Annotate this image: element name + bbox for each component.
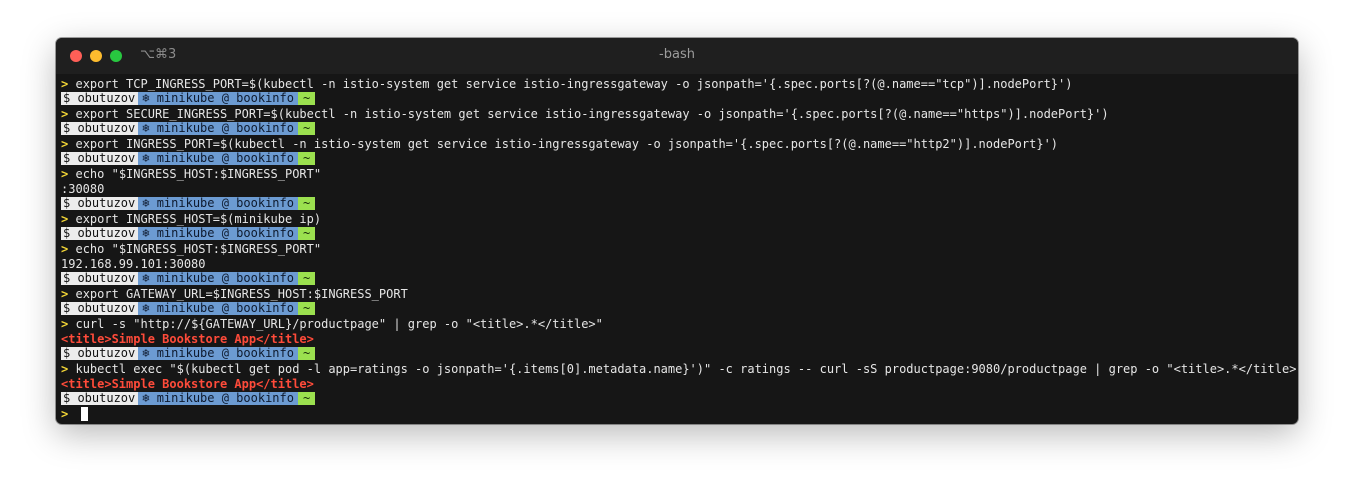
prompt-user-segment: $ obutuzov (61, 92, 139, 105)
command-text: echo "$INGRESS_HOST:$INGRESS_PORT" (75, 242, 322, 256)
prompt-context-segment: ❄ minikube @ bookinfo (138, 152, 298, 165)
prompt-user-segment: $ obutuzov (61, 272, 139, 285)
prompt-context-segment: ❄ minikube @ bookinfo (138, 197, 298, 210)
command-text: export SECURE_INGRESS_PORT=$(kubectl -n … (75, 107, 1109, 121)
prompt-dir-segment: ~ (297, 302, 316, 315)
prompt-arrow: > (61, 212, 69, 226)
prompt-context-segment: ❄ minikube @ bookinfo (138, 347, 298, 360)
prompt-status-line: $ obutuzov ❄ minikube @ bookinfo ~ (61, 347, 1298, 362)
command-line: > curl -s "http://${GATEWAY_URL}/product… (61, 317, 1298, 332)
terminal-window[interactable]: ⌥⌘3 -bash > export TCP_INGRESS_PORT=$(ku… (56, 38, 1298, 424)
prompt-dir-segment: ~ (297, 122, 316, 135)
command-line: > echo "$INGRESS_HOST:$INGRESS_PORT" (61, 167, 1298, 182)
output-line: :30080 (61, 182, 1298, 197)
prompt-arrow: > (61, 317, 69, 331)
prompt-status-line: $ obutuzov ❄ minikube @ bookinfo ~ (61, 302, 1298, 317)
prompt-user-segment: $ obutuzov (61, 122, 139, 135)
prompt-context-segment: ❄ minikube @ bookinfo (138, 92, 298, 105)
input-line: > (61, 407, 1298, 422)
output-text: 192.168.99.101:30080 (61, 257, 206, 271)
prompt-context-segment: ❄ minikube @ bookinfo (138, 227, 298, 240)
prompt-status-line: $ obutuzov ❄ minikube @ bookinfo ~ (61, 272, 1298, 287)
command-text: curl -s "http://${GATEWAY_URL}/productpa… (75, 317, 603, 331)
prompt-arrow: > (61, 77, 69, 91)
prompt-dir-segment: ~ (297, 392, 316, 405)
title-bar[interactable]: ⌥⌘3 -bash (56, 38, 1298, 74)
prompt-arrow: > (61, 407, 69, 421)
command-text: export INGRESS_PORT=$(kubectl -n istio-s… (75, 137, 1059, 151)
command-line: > export TCP_INGRESS_PORT=$(kubectl -n i… (61, 77, 1298, 92)
prompt-user-segment: $ obutuzov (61, 197, 139, 210)
prompt-context-segment: ❄ minikube @ bookinfo (138, 392, 298, 405)
prompt-context-segment: ❄ minikube @ bookinfo (138, 122, 298, 135)
prompt-arrow: > (61, 107, 69, 121)
prompt-context-segment: ❄ minikube @ bookinfo (138, 302, 298, 315)
window-title: -bash (659, 47, 695, 62)
prompt-status-line: $ obutuzov ❄ minikube @ bookinfo ~ (61, 392, 1298, 407)
prompt-status-line: $ obutuzov ❄ minikube @ bookinfo ~ (61, 152, 1298, 167)
command-line: > kubectl exec "$(kubectl get pod -l app… (61, 362, 1298, 377)
prompt-arrow: > (61, 362, 69, 376)
output-line: <title>Simple Bookstore App</title> (61, 377, 1298, 392)
output-line: <title>Simple Bookstore App</title> (61, 332, 1298, 347)
command-line: > export INGRESS_PORT=$(kubectl -n istio… (61, 137, 1298, 152)
command-text: export INGRESS_HOST=$(minikube ip) (75, 212, 322, 226)
prompt-dir-segment: ~ (297, 347, 316, 360)
output-line: 192.168.99.101:30080 (61, 257, 1298, 272)
prompt-dir-segment: ~ (297, 227, 316, 240)
command-line: > export SECURE_INGRESS_PORT=$(kubectl -… (61, 107, 1298, 122)
text-cursor[interactable] (81, 407, 89, 421)
prompt-dir-segment: ~ (297, 92, 316, 105)
command-text: export TCP_INGRESS_PORT=$(kubectl -n ist… (75, 77, 1073, 91)
prompt-status-line: $ obutuzov ❄ minikube @ bookinfo ~ (61, 227, 1298, 242)
prompt-user-segment: $ obutuzov (61, 302, 139, 315)
prompt-user-segment: $ obutuzov (61, 227, 139, 240)
output-text-highlight: <title>Simple Bookstore App</title> (61, 332, 314, 346)
prompt-context-segment: ❄ minikube @ bookinfo (138, 272, 298, 285)
prompt-arrow: > (61, 287, 69, 301)
prompt-status-line: $ obutuzov ❄ minikube @ bookinfo ~ (61, 197, 1298, 212)
prompt-dir-segment: ~ (297, 272, 316, 285)
prompt-dir-segment: ~ (297, 197, 316, 210)
command-line: > export INGRESS_HOST=$(minikube ip) (61, 212, 1298, 227)
command-text: echo "$INGRESS_HOST:$INGRESS_PORT" (75, 167, 322, 181)
command-text: export GATEWAY_URL=$INGRESS_HOST:$INGRES… (75, 287, 408, 301)
prompt-user-segment: $ obutuzov (61, 152, 139, 165)
prompt-status-line: $ obutuzov ❄ minikube @ bookinfo ~ (61, 92, 1298, 107)
terminal-output[interactable]: > export TCP_INGRESS_PORT=$(kubectl -n i… (61, 77, 1298, 422)
command-line: > export GATEWAY_URL=$INGRESS_HOST:$INGR… (61, 287, 1298, 302)
prompt-arrow: > (61, 167, 69, 181)
prompt-user-segment: $ obutuzov (61, 347, 139, 360)
prompt-dir-segment: ~ (297, 152, 316, 165)
command-line: > echo "$INGRESS_HOST:$INGRESS_PORT" (61, 242, 1298, 257)
prompt-status-line: $ obutuzov ❄ minikube @ bookinfo ~ (61, 122, 1298, 137)
output-text-highlight: <title>Simple Bookstore App</title> (61, 377, 314, 391)
prompt-arrow: > (61, 242, 69, 256)
prompt-user-segment: $ obutuzov (61, 392, 139, 405)
output-text: :30080 (61, 182, 105, 196)
command-text: kubectl exec "$(kubectl get pod -l app=r… (75, 362, 1298, 376)
prompt-arrow: > (61, 137, 69, 151)
